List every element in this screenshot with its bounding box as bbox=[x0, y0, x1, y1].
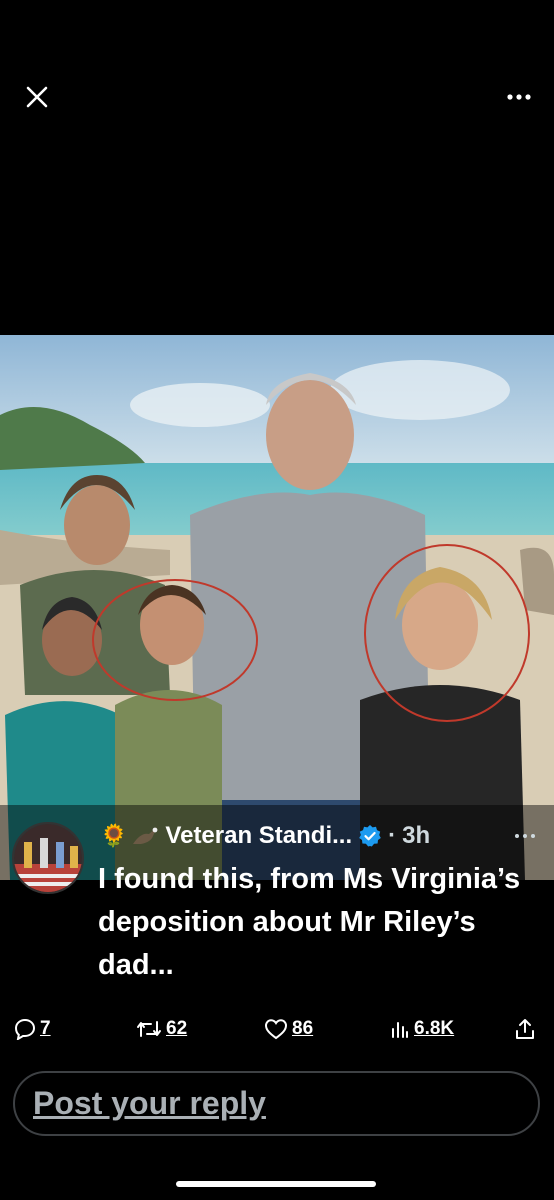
heart-icon bbox=[264, 1019, 288, 1040]
post-image[interactable] bbox=[0, 335, 554, 880]
close-button[interactable] bbox=[20, 80, 54, 114]
post-actions: 7 62 86 6.8K bbox=[0, 1012, 554, 1046]
reply-count: 7 bbox=[40, 1018, 51, 1039]
more-horizontal-icon bbox=[515, 834, 535, 838]
time-separator: · bbox=[388, 822, 397, 849]
views-button[interactable]: 6.8K bbox=[390, 1012, 454, 1046]
share-button[interactable] bbox=[514, 1012, 536, 1046]
verified-badge-icon bbox=[358, 824, 382, 848]
reply-placeholder: Post your reply bbox=[33, 1085, 266, 1121]
reply-input[interactable]: Post your reply bbox=[13, 1071, 540, 1136]
post-more-button[interactable] bbox=[512, 826, 538, 846]
avatar[interactable] bbox=[12, 822, 84, 894]
reply-icon bbox=[14, 1018, 36, 1040]
like-button[interactable]: 86 bbox=[264, 1012, 313, 1046]
share-icon bbox=[516, 1019, 534, 1039]
post-time[interactable]: 3h bbox=[402, 822, 430, 850]
views-count: 6.8K bbox=[414, 1018, 455, 1039]
eagle-icon bbox=[133, 827, 158, 844]
repost-button[interactable]: 62 bbox=[136, 1012, 187, 1046]
repost-icon bbox=[137, 1021, 161, 1037]
repost-count: 62 bbox=[166, 1018, 188, 1039]
author-row[interactable]: 🌻 Veteran Standi... · 3h bbox=[100, 818, 430, 854]
author-emoji: 🌻 bbox=[100, 823, 128, 848]
beach-photo bbox=[0, 335, 554, 880]
views-icon bbox=[392, 1022, 408, 1038]
more-options-button[interactable] bbox=[502, 82, 536, 112]
reply-button[interactable]: 7 bbox=[14, 1012, 51, 1046]
author-name: Veteran Standi... bbox=[165, 822, 353, 849]
post-text: I found this, from Ms Virginia’s deposit… bbox=[98, 863, 521, 981]
avatar-image bbox=[14, 824, 82, 892]
home-indicator[interactable] bbox=[176, 1181, 376, 1187]
like-count: 86 bbox=[292, 1018, 314, 1039]
close-icon bbox=[26, 86, 48, 108]
more-horizontal-icon bbox=[507, 94, 531, 100]
